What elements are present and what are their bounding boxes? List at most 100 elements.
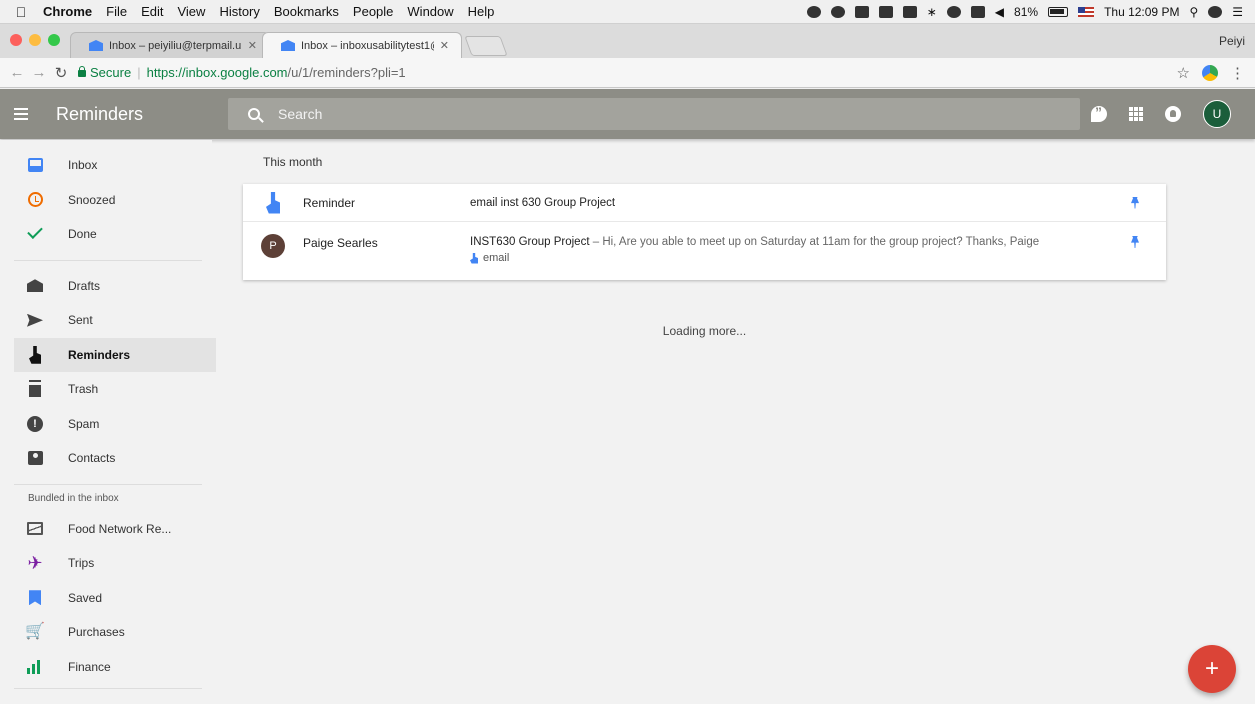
menu-people[interactable]: People [346,4,400,19]
item-sender: Reminder [303,195,356,210]
plane-icon: ✈ [27,553,43,574]
sidebar-item-spam[interactable]: ! Spam [14,407,216,442]
sidebar-item-trips[interactable]: ✈ Trips [14,546,216,581]
status-creative-cloud-icon[interactable] [830,5,845,18]
sidebar-item-contacts[interactable]: Contacts [14,441,216,476]
close-window-button[interactable] [10,34,22,46]
sidebar-item-saved[interactable]: Saved [14,581,216,616]
bluetooth-icon[interactable]: ∗ [927,5,937,19]
secure-indicator[interactable]: Secure [78,65,131,80]
reminder-tag-label: email [483,252,510,264]
app-header: Reminders Search U [0,89,1255,139]
bookmark-star-icon[interactable]: ☆ [1177,64,1190,82]
browser-tab-1[interactable]: Inbox – peiyiliu@terpmail.umd ✕ [70,32,270,58]
item-subject-line: INST630 Group Project – Hi, Are you able… [470,236,1120,248]
list-item[interactable]: P Paige Searles INST630 Group Project – … [243,222,1166,280]
volume-icon[interactable]: ◀ [995,5,1004,19]
notifications-icon[interactable] [1165,106,1181,122]
sidebar-item-trash[interactable]: Trash [14,372,216,407]
address-bar[interactable]: Secure | https://inbox.google.com /u/1/r… [72,62,1177,84]
menu-app-name[interactable]: Chrome [36,4,99,19]
sidebar-item-label: Done [68,227,97,242]
reload-icon[interactable]: ↻ [50,64,72,82]
window-controls [0,34,70,58]
menubar-status-area: ∗ ◀ 81% Thu 12:09 PM ⚲ ☰ [806,5,1255,19]
apple-menu-icon[interactable]:  [6,4,36,20]
new-tab-button[interactable] [464,36,508,56]
reminder-hand-icon [470,252,478,264]
menu-view[interactable]: View [170,4,212,19]
status-sync-icon[interactable] [946,5,961,18]
menu-help[interactable]: Help [461,4,502,19]
notification-center-icon[interactable]: ☰ [1232,5,1243,19]
hangouts-icon[interactable] [1091,104,1107,122]
inbox-favicon-icon [281,40,295,51]
status-bookmark-icon[interactable] [878,5,893,18]
drafts-icon [26,277,44,295]
sidebar-item-inbox[interactable]: Inbox [14,148,216,183]
item-subject: INST630 Group Project [470,236,590,248]
battery-icon[interactable] [1048,6,1069,17]
status-app-icon[interactable] [806,5,821,18]
forward-icon[interactable]: → [28,64,50,81]
extension-icon[interactable] [1202,64,1218,81]
reminder-hand-icon [26,345,44,364]
status-screen-icon[interactable] [854,5,869,18]
sidebar-item-sent[interactable]: Sent [14,303,216,338]
sent-icon [26,311,44,329]
bookmark-icon [26,589,44,607]
sidebar-item-label: Reminders [68,347,131,362]
hamburger-menu-icon[interactable] [14,108,28,120]
menu-file[interactable]: File [99,4,134,19]
sender-avatar: P [261,234,285,258]
secure-label: Secure [90,65,132,80]
sidebar-item-done[interactable]: Done [14,217,216,252]
apps-grid-icon[interactable] [1129,107,1143,121]
omnibox-separator: | [137,65,141,80]
browser-tab-2[interactable]: Inbox – inboxusabilitytest1@gr ✕ [262,32,462,58]
spotlight-search-icon[interactable]: ⚲ [1189,5,1198,19]
inbox-favicon-icon [89,40,103,51]
siri-icon[interactable] [1208,5,1223,18]
status-stack-icon[interactable] [902,5,917,18]
macos-menubar:  Chrome File Edit View History Bookmark… [0,0,1255,24]
sidebar-item-drafts[interactable]: Drafts [14,269,216,304]
sidebar-item-reminders[interactable]: Reminders [14,337,216,372]
sidebar-item-purchases[interactable]: 🛒 Purchases [14,615,216,650]
reminder-hand-icon [261,191,285,215]
sidebar-item-finance[interactable]: Finance [14,650,216,685]
minimize-window-button[interactable] [29,34,41,46]
account-avatar[interactable]: U [1203,100,1231,128]
item-subject: email inst 630 Group Project [470,196,616,209]
airplay-icon[interactable] [970,5,985,18]
input-source-flag-icon[interactable] [1078,6,1095,17]
pin-icon[interactable] [1120,236,1150,248]
section-heading: This month [263,155,323,169]
pin-icon[interactable] [1120,196,1150,209]
browser-profile-name[interactable]: Peiyi [1219,34,1255,48]
back-icon[interactable]: ← [6,64,28,81]
search-input[interactable]: Search [228,98,1080,130]
battery-percent[interactable]: 81% [1014,5,1038,19]
sidebar-item-label: Food Network Re... [68,521,172,536]
compose-fab-button[interactable]: + [1188,645,1236,693]
zoom-window-button[interactable] [48,34,60,46]
menu-bookmarks[interactable]: Bookmarks [267,4,346,19]
reminder-tag[interactable]: email [470,252,1120,264]
clock-icon [26,191,44,209]
list-item[interactable]: Reminder email inst 630 Group Project [243,184,1166,222]
trash-icon [26,380,44,398]
chrome-menu-icon[interactable]: ⋮ [1230,64,1245,82]
cart-icon: 🛒 [25,623,45,641]
close-tab-icon[interactable]: ✕ [248,39,257,52]
menu-window[interactable]: Window [400,4,460,19]
close-tab-icon[interactable]: ✕ [440,39,449,52]
contacts-icon [26,449,44,467]
menubar-clock[interactable]: Thu 12:09 PM [1104,5,1179,19]
sidebar-item-food-network[interactable]: Food Network Re... [14,512,216,547]
sidebar-item-snoozed[interactable]: Snoozed [14,183,216,218]
sidebar-item-label: Drafts [68,278,101,293]
menu-edit[interactable]: Edit [134,4,170,19]
menu-history[interactable]: History [212,4,266,19]
tab-title: Inbox – inboxusabilitytest1@gr [301,39,434,52]
